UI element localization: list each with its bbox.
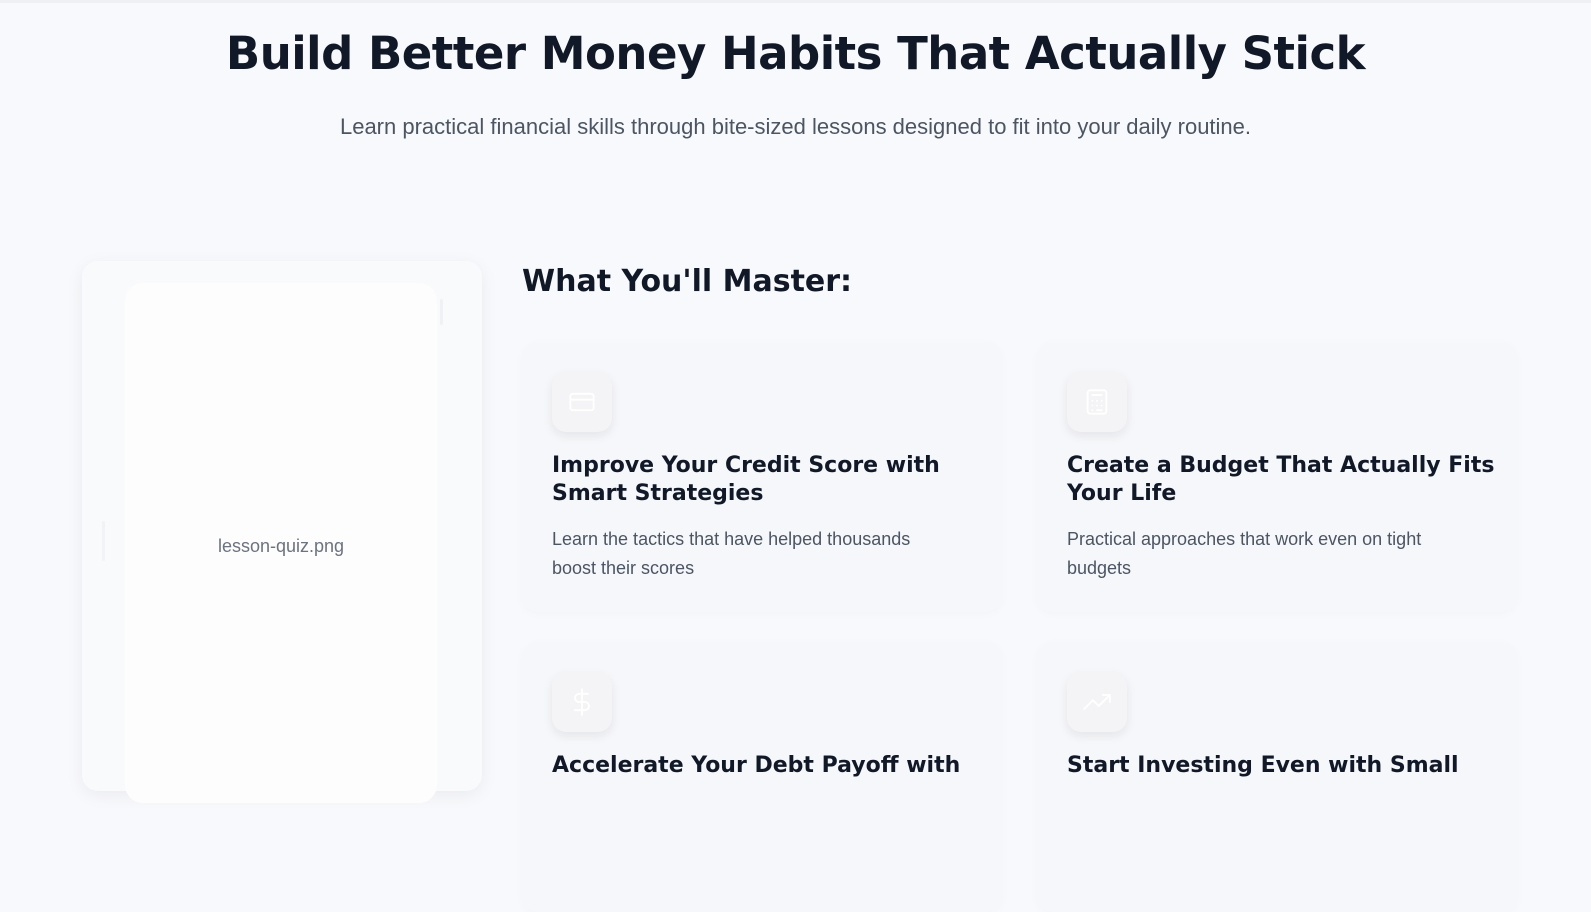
phone-top-button [440, 299, 443, 325]
hero-subtitle: Learn practical financial skills through… [339, 114, 1252, 139]
top-divider [0, 0, 1591, 3]
features-heading: What You'll Master: [522, 264, 853, 299]
feature-title: Improve Your Credit Score with Smart Str… [552, 453, 940, 506]
feature-title: Accelerate Your Debt Payoff with [552, 753, 961, 778]
feature-card-debt: Accelerate Your Debt Payoff with [522, 642, 1002, 912]
lesson-preview-image: lesson-quiz.png [125, 283, 437, 803]
feature-card-budget: Create a Budget That Actually Fits Your … [1037, 342, 1517, 612]
image-placeholder-label: lesson-quiz.png [217, 536, 345, 556]
feature-description: Learn the tactics that have helped thous… [552, 529, 911, 578]
feature-title: Create a Budget That Actually Fits Your … [1067, 453, 1495, 506]
feature-description: Practical approaches that work even on t… [1067, 529, 1422, 578]
credit-card-icon [552, 372, 612, 432]
feature-card-credit: Improve Your Credit Score with Smart Str… [522, 342, 1002, 612]
phone-side-button [102, 521, 105, 561]
feature-title: Start Investing Even with Small [1067, 753, 1459, 778]
hero-title: Build Better Money Habits That Actually … [225, 27, 1366, 80]
trending-up-icon [1067, 672, 1127, 732]
feature-card-investing: Start Investing Even with Small [1037, 642, 1517, 912]
calculator-icon [1067, 372, 1127, 432]
lesson-preview-card: lesson-quiz.png [82, 261, 482, 803]
dollar-icon [552, 672, 612, 732]
